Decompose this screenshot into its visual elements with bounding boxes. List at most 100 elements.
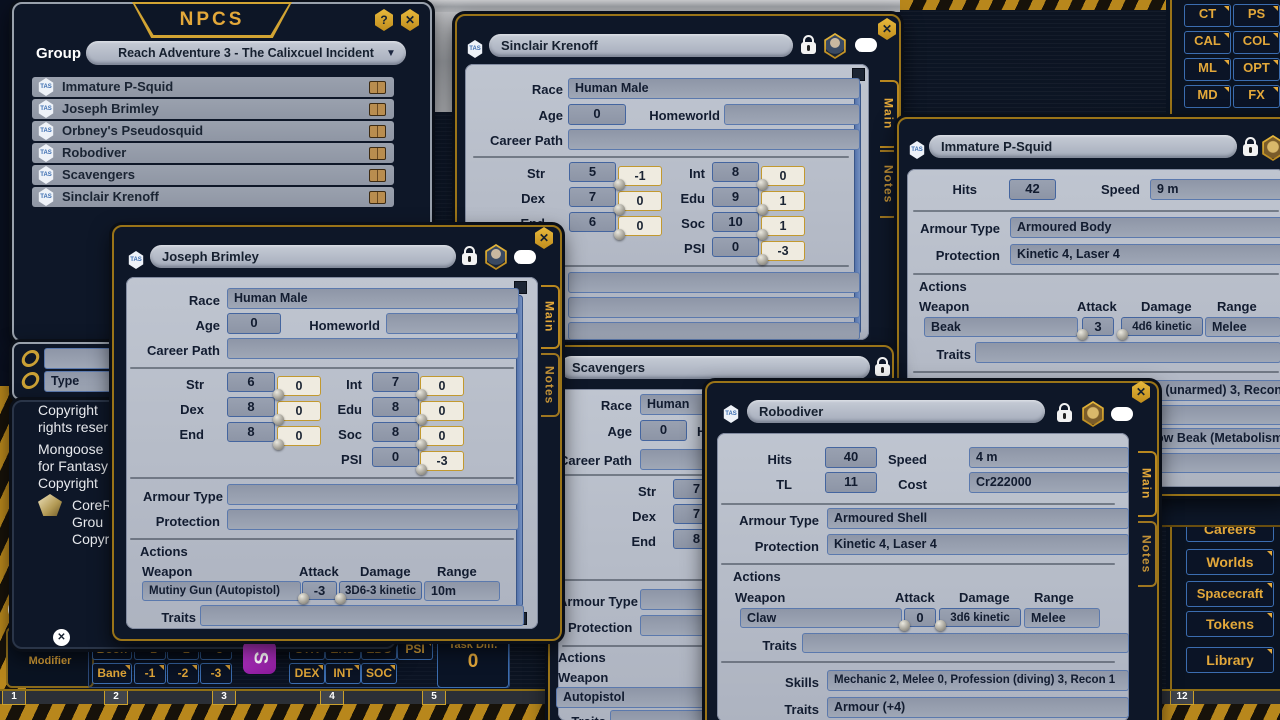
lock-icon[interactable] — [462, 253, 477, 265]
race-field[interactable]: Human Male — [227, 288, 519, 309]
age-field[interactable]: 0 — [640, 420, 687, 441]
protection-field[interactable] — [227, 509, 519, 530]
homeworld-field[interactable] — [724, 104, 860, 125]
npc-name-field[interactable]: Sinclair Krenoff — [489, 34, 793, 57]
roll-knob-icon[interactable] — [757, 254, 768, 265]
close-icon[interactable]: ✕ — [400, 9, 420, 31]
chat-bubble-icon[interactable] — [1111, 407, 1133, 421]
roll-knob-icon[interactable] — [899, 620, 910, 631]
book-icon[interactable] — [369, 103, 386, 116]
npc-list-item[interactable]: TAS Joseph Brimley — [32, 99, 394, 119]
book-icon[interactable] — [369, 169, 386, 182]
npc-list-item[interactable]: TAS Immature P-Squid — [32, 77, 394, 97]
int-value[interactable]: 7 — [372, 372, 419, 392]
npc-name-field[interactable]: Robodiver — [747, 400, 1045, 423]
npc-name-field[interactable]: Scavengers — [560, 356, 870, 379]
roll-knob-icon[interactable] — [614, 204, 625, 215]
tab-main[interactable]: Main — [541, 285, 560, 349]
age-field[interactable]: 0 — [568, 104, 626, 125]
stat-roll-soc-button[interactable]: SOC — [361, 663, 397, 684]
npc-list-item[interactable]: TAS Sinclair Krenoff — [32, 187, 394, 207]
extra-field[interactable] — [568, 322, 860, 340]
weapon-range-field[interactable]: Melee — [1205, 317, 1280, 337]
lock-icon[interactable] — [875, 364, 890, 376]
roll-knob-icon[interactable] — [1077, 329, 1088, 340]
book-icon[interactable] — [369, 81, 386, 94]
close-icon[interactable]: ✕ — [534, 227, 554, 249]
weapon-damage-field[interactable]: 3d6 kinetic — [939, 608, 1021, 627]
roll-knob-icon[interactable] — [757, 204, 768, 215]
roll-knob-icon[interactable] — [416, 464, 427, 475]
joseph-brimley-window[interactable]: ✕ TAS Joseph Brimley Main Notes Race Hum… — [112, 225, 562, 641]
speed-field[interactable]: 4 m — [969, 447, 1129, 468]
modifier-settings-icon[interactable]: ✕ — [53, 629, 70, 646]
roll-knob-icon[interactable] — [273, 389, 284, 400]
robodiver-window[interactable]: ✕ TAS Robodiver Main Notes Hits 40 Speed… — [705, 381, 1159, 720]
portrait-icon[interactable] — [1081, 401, 1105, 427]
tab-notes[interactable]: Notes — [1138, 521, 1157, 587]
cost-field[interactable]: Cr222000 — [969, 472, 1129, 493]
roll-knob-icon[interactable] — [757, 179, 768, 190]
psi-value[interactable]: 0 — [712, 237, 759, 257]
close-icon[interactable]: ✕ — [877, 18, 897, 40]
toolbar-button-ps[interactable]: PS — [1233, 4, 1280, 27]
dex-value[interactable]: 7 — [569, 187, 616, 207]
book-icon[interactable] — [369, 125, 386, 138]
soc-value[interactable]: 10 — [712, 212, 759, 232]
weapon-traits-field[interactable] — [200, 605, 524, 626]
bane-minus3-button[interactable]: -3 — [200, 663, 232, 684]
task-difficulty-panel[interactable]: Task Diff. 0 — [437, 636, 509, 688]
npc-list-item[interactable]: TAS Scavengers — [32, 165, 394, 185]
npc-list-item[interactable]: TAS Robodiver — [32, 143, 394, 163]
roll-knob-icon[interactable] — [416, 439, 427, 450]
str-value[interactable]: 6 — [227, 372, 275, 392]
skills-field[interactable]: Mechanic 2, Melee 0, Profession (diving)… — [827, 670, 1129, 691]
roll-knob-icon[interactable] — [273, 439, 284, 450]
portrait-icon[interactable] — [823, 33, 847, 59]
roll-knob-icon[interactable] — [757, 229, 768, 240]
end-value[interactable]: 6 — [569, 212, 616, 232]
tl-field[interactable]: 11 — [825, 472, 877, 493]
sidebar-button-spacecraft[interactable]: Spacecraft — [1186, 581, 1274, 607]
toolbar-button-fx[interactable]: FX — [1233, 85, 1280, 108]
armour-type-field[interactable] — [568, 272, 860, 293]
weapon-damage-field[interactable]: 3D6-3 kinetic — [339, 581, 422, 600]
toolbar-button-col[interactable]: COL — [1233, 31, 1280, 54]
bane-minus2-button[interactable]: -2 — [167, 663, 199, 684]
npc-list-item[interactable]: TAS Orbney's Pseudosquid — [32, 121, 394, 141]
book-icon[interactable] — [369, 147, 386, 160]
soc-value[interactable]: 8 — [372, 422, 419, 442]
int-value[interactable]: 8 — [712, 162, 759, 182]
roll-knob-icon[interactable] — [335, 593, 346, 604]
portrait-icon[interactable] — [1261, 135, 1280, 161]
lock-icon[interactable] — [1243, 144, 1258, 156]
armour-type-field[interactable]: Armoured Shell — [827, 508, 1129, 529]
race-field[interactable]: Human Male — [568, 78, 860, 99]
bane-minus1-button[interactable]: -1 — [134, 663, 166, 684]
hits-field[interactable]: 42 — [1009, 179, 1056, 200]
armour-type-field[interactable] — [227, 484, 519, 505]
toolbar-button-opt[interactable]: OPT — [1233, 58, 1280, 81]
roll-knob-icon[interactable] — [416, 414, 427, 425]
sidebar-button-worlds[interactable]: Worlds — [1186, 549, 1274, 575]
career-path-field[interactable] — [227, 338, 519, 359]
edu-value[interactable]: 8 — [372, 397, 419, 417]
roll-knob-icon[interactable] — [1117, 329, 1128, 340]
stat-roll-int-button[interactable]: INT — [325, 663, 361, 684]
tab-notes[interactable]: Notes — [541, 353, 560, 417]
npc-name-field[interactable]: Joseph Brimley — [150, 245, 456, 268]
weapon-name-field[interactable]: Mutiny Gun (Autopistol) — [142, 581, 301, 601]
toolbar-button-ct[interactable]: CT — [1184, 4, 1231, 27]
weapon-traits-field[interactable] — [802, 633, 1129, 653]
protection-field[interactable]: Kinetic 4, Laser 4 — [827, 534, 1129, 555]
roll-knob-icon[interactable] — [614, 229, 625, 240]
psi-value[interactable]: 0 — [372, 447, 419, 467]
chat-bubble-icon[interactable] — [514, 250, 536, 264]
weapon-name-field[interactable]: Beak — [924, 317, 1078, 337]
age-field[interactable]: 0 — [227, 313, 281, 334]
str-value[interactable]: 5 — [569, 162, 616, 182]
lock-icon[interactable] — [801, 42, 816, 54]
edu-value[interactable]: 9 — [712, 187, 759, 207]
homeworld-field[interactable] — [386, 313, 519, 334]
roll-knob-icon[interactable] — [273, 414, 284, 425]
